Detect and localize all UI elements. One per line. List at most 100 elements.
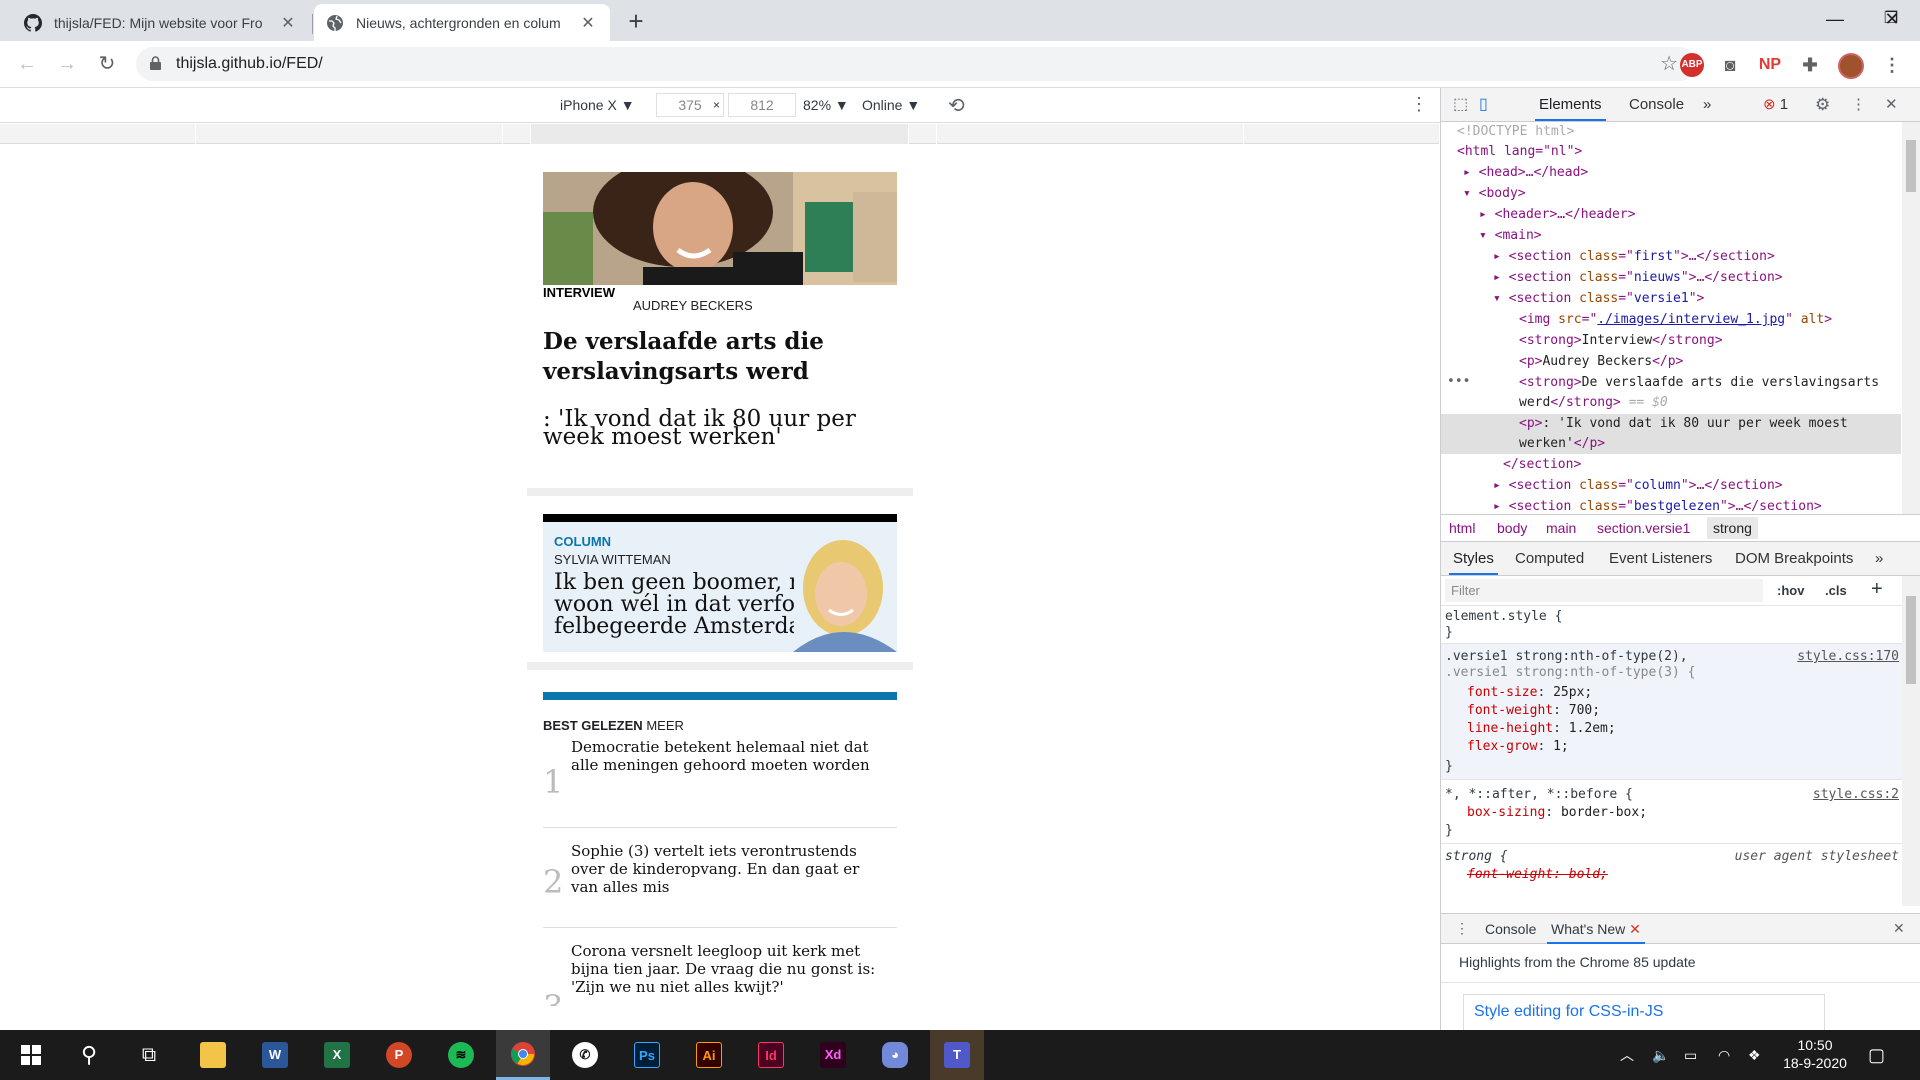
dom-node[interactable]: ▸ <head>…</head> <box>1463 163 1588 183</box>
puzzle-extensions-icon[interactable]: ✚ <box>1798 53 1822 77</box>
task-view-icon[interactable]: ⧉ <box>122 1030 176 1080</box>
address-bar[interactable]: thijsla.github.io/FED/ ☆ <box>136 47 1696 81</box>
camera-icon[interactable]: ◙ <box>1718 53 1742 77</box>
list-item[interactable]: 3 Corona versnelt leegloop uit kerk met … <box>543 928 897 1006</box>
indesign-icon[interactable]: Id <box>744 1030 798 1080</box>
dom-node-selected[interactable]: werd</strong> == $0 <box>1519 393 1668 413</box>
devtools-menu-icon[interactable]: ⋮ <box>1847 88 1870 121</box>
powerpoint-icon[interactable]: P <box>372 1030 426 1080</box>
windows-start-button[interactable] <box>4 1030 58 1080</box>
tab-computed[interactable]: Computed <box>1511 542 1588 575</box>
media-query-segment[interactable] <box>937 124 1244 144</box>
dom-node[interactable]: werken'</p> <box>1519 434 1605 454</box>
tab-console[interactable]: Console <box>1625 88 1688 121</box>
spotify-icon[interactable]: ≋ <box>434 1030 488 1080</box>
tab-styles[interactable]: Styles <box>1449 542 1498 575</box>
media-query-segment[interactable] <box>0 124 196 144</box>
filter-input[interactable]: Filter <box>1445 579 1763 602</box>
add-rule-icon[interactable]: + <box>1871 578 1883 601</box>
tab-nieuws[interactable]: Nieuws, achtergronden en colum ✕ <box>314 4 610 41</box>
scroll-thumb[interactable] <box>1906 140 1916 192</box>
battery-icon[interactable]: ▭ <box>1684 1030 1697 1080</box>
device-select[interactable]: iPhone X ▼ <box>560 97 635 113</box>
dropbox-icon[interactable]: ❖ <box>1748 1030 1761 1080</box>
adblock-icon[interactable]: ABP <box>1680 53 1704 77</box>
throttle-select[interactable]: Online ▼ <box>862 97 920 113</box>
height-field[interactable]: 812 <box>728 93 796 117</box>
more-tabs-icon[interactable]: » <box>1871 542 1887 575</box>
dom-node[interactable]: <html lang="nl"> <box>1457 142 1582 162</box>
rotate-icon[interactable]: ⟲ <box>948 93 965 118</box>
article-headline[interactable]: De verslaafde arts die verslavingsarts w… <box>543 327 897 387</box>
crumb-html[interactable]: html <box>1449 520 1475 536</box>
error-badge[interactable]: ⊗ 1 <box>1759 88 1792 121</box>
rule-selector[interactable]: strong { <box>1445 848 1508 866</box>
device-mode-icon[interactable]: ▯ <box>1475 88 1492 121</box>
media-query-segment[interactable] <box>503 124 531 144</box>
crumb-main[interactable]: main <box>1546 520 1576 536</box>
media-query-segment[interactable] <box>1244 124 1440 144</box>
crumb-section[interactable]: section.versie1 <box>1597 520 1690 536</box>
rule-selector[interactable]: element.style { <box>1445 608 1562 626</box>
tab-github[interactable]: thijsla/FED: Mijn website voor Fro ✕ <box>12 4 310 41</box>
more-options-icon[interactable]: ⋮ <box>1410 94 1428 115</box>
overridden-declaration[interactable]: font-weight: bold; <box>1467 866 1608 884</box>
show-hidden-icons-icon[interactable]: ︿ <box>1620 1030 1634 1080</box>
close-tab-icon[interactable]: ✕ <box>278 13 298 33</box>
article-card[interactable]: Interview Audrey Beckers De verslaafde a… <box>527 170 913 488</box>
rule-selector[interactable]: *, *::after, *::before { <box>1445 786 1633 804</box>
notifications-icon[interactable]: ▢ <box>1868 1030 1885 1080</box>
volume-icon[interactable]: 🔈 <box>1652 1030 1669 1080</box>
photoshop-icon[interactable]: Ps <box>620 1030 674 1080</box>
source-link[interactable]: style.css:2 <box>1813 786 1899 804</box>
avatar[interactable] <box>1838 53 1864 79</box>
css-declaration[interactable]: font-weight: 700; <box>1467 702 1600 720</box>
bookmark-star-icon[interactable]: ☆ <box>1660 51 1678 76</box>
drawer-tab-whats-new[interactable]: What's New ✕ <box>1547 914 1645 944</box>
more-tabs-icon[interactable]: » <box>1699 88 1715 121</box>
dom-node-selected[interactable]: <strong>De verslaafde arts die verslavin… <box>1519 373 1879 393</box>
css-declaration[interactable]: line-height: 1.2em; <box>1467 720 1616 738</box>
illustrator-icon[interactable]: Ai <box>682 1030 736 1080</box>
media-query-segment[interactable] <box>531 124 909 144</box>
excel-icon[interactable]: X <box>310 1030 364 1080</box>
crumb-strong[interactable]: strong <box>1707 517 1758 539</box>
crumb-body[interactable]: body <box>1497 520 1527 536</box>
dom-node[interactable]: <img src="./images/interview_1.jpg" alt> <box>1519 310 1832 330</box>
close-icon[interactable]: ✕ <box>1629 921 1641 937</box>
source-link[interactable]: style.css:170 <box>1797 648 1899 666</box>
tab-elements[interactable]: Elements <box>1535 88 1606 121</box>
css-declaration[interactable]: flex-grow: 1; <box>1467 738 1569 756</box>
dom-node[interactable]: <p>Audrey Beckers</p> <box>1519 352 1683 372</box>
drawer-menu-icon[interactable]: ⋮ <box>1455 920 1469 937</box>
dom-node[interactable]: <p>: 'Ik vond dat ik 80 uur per week moe… <box>1519 414 1848 434</box>
discord-icon[interactable]: ◕ <box>868 1030 922 1080</box>
dom-node[interactable]: </section> <box>1503 455 1581 475</box>
css-declaration[interactable]: box-sizing: border-box; <box>1467 804 1647 822</box>
file-explorer-icon[interactable] <box>186 1030 240 1080</box>
list-item[interactable]: 2 Sophie (3) vertelt iets verontrustends… <box>543 830 897 928</box>
cls-toggle[interactable]: .cls <box>1825 583 1847 598</box>
scroll-thumb[interactable] <box>1906 596 1916 684</box>
dom-scrollbar[interactable] <box>1902 122 1920 514</box>
dom-node[interactable]: ▸ <section class="nieuws">…</section> <box>1493 268 1783 288</box>
tab-event-listeners[interactable]: Event Listeners <box>1605 542 1716 575</box>
close-devtools-icon[interactable]: ✕ <box>1881 88 1902 121</box>
close-drawer-icon[interactable]: ✕ <box>1893 920 1905 937</box>
dom-node[interactable]: <strong>Interview</strong> <box>1519 331 1723 351</box>
dom-node[interactable]: ▾ <section class="versie1"> <box>1493 289 1704 309</box>
styles-scrollbar[interactable] <box>1902 576 1920 906</box>
search-icon[interactable]: ⚲ <box>62 1030 116 1080</box>
whats-new-card[interactable]: Style editing for CSS-in-JS <box>1463 994 1825 1031</box>
drawer-tab-console[interactable]: Console <box>1485 921 1536 937</box>
gear-icon[interactable]: ⚙ <box>1811 88 1834 121</box>
hov-toggle[interactable]: :hov <box>1777 583 1804 598</box>
dom-node[interactable]: ▸ <section class="bestgelezen">…</sectio… <box>1493 497 1822 514</box>
list-item[interactable]: 1 Democratie betekent helemaal niet dat … <box>543 730 897 828</box>
xd-icon[interactable]: Xd <box>806 1030 860 1080</box>
reload-button[interactable]: ↻ <box>92 49 122 79</box>
chrome-icon[interactable] <box>496 1030 550 1080</box>
tab-dom-breakpoints[interactable]: DOM Breakpoints <box>1731 542 1857 575</box>
chrome-menu-icon[interactable]: ⋮ <box>1880 53 1904 77</box>
forward-button[interactable]: → <box>52 49 82 79</box>
